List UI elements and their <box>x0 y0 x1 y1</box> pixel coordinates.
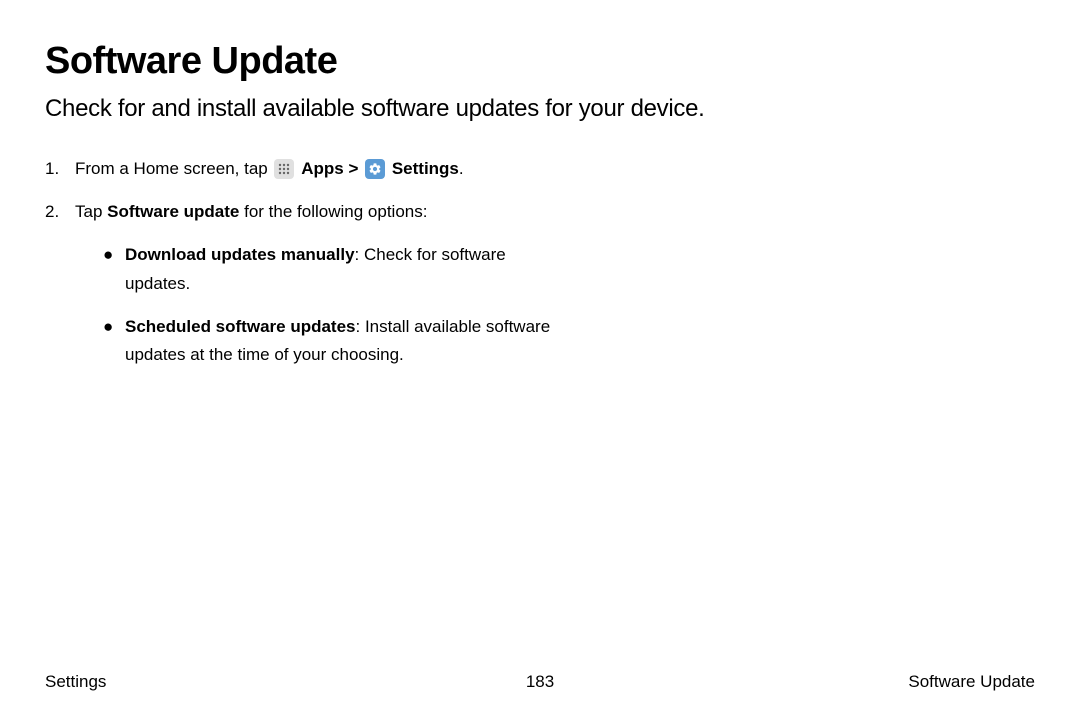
step-body: From a Home screen, tap Apps > <box>75 155 565 184</box>
list-item: ● Scheduled software updates: Install av… <box>103 313 565 371</box>
footer-page-number: 183 <box>526 672 554 692</box>
arrow-separator: > <box>348 159 363 178</box>
page-footer: Settings 183 Software Update <box>45 672 1035 692</box>
apps-label: Apps <box>301 159 344 178</box>
step-bold: Software update <box>107 202 239 221</box>
step-body: Tap Software update for the following op… <box>75 198 565 384</box>
step-end: . <box>459 159 464 178</box>
list-item: ● Download updates manually: Check for s… <box>103 241 565 299</box>
step-text: From a Home screen, tap <box>75 159 272 178</box>
footer-left: Settings <box>45 672 106 692</box>
bullet-body: Download updates manually: Check for sof… <box>125 241 565 299</box>
page-title: Software Update <box>45 40 1035 83</box>
bullet-bold: Download updates manually <box>125 245 355 264</box>
page-subtitle: Check for and install available software… <box>45 95 1035 123</box>
settings-icon <box>365 159 385 179</box>
bullet-dot: ● <box>103 313 125 371</box>
footer-right: Software Update <box>908 672 1035 692</box>
bullet-dot: ● <box>103 241 125 299</box>
step-tail: for the following options: <box>239 202 427 221</box>
bullet-bold: Scheduled software updates <box>125 317 356 336</box>
step-1: 1. From a Home screen, tap Apps > <box>45 155 565 184</box>
bullet-body: Scheduled software updates: Install avai… <box>125 313 565 371</box>
step-2: 2. Tap Software update for the following… <box>45 198 565 384</box>
settings-label: Settings <box>392 159 459 178</box>
step-text: Tap <box>75 202 107 221</box>
steps-list: 1. From a Home screen, tap Apps > <box>45 155 565 384</box>
apps-icon <box>274 159 294 179</box>
step-number: 1. <box>45 155 75 184</box>
step-number: 2. <box>45 198 75 384</box>
bullet-list: ● Download updates manually: Check for s… <box>103 241 565 371</box>
